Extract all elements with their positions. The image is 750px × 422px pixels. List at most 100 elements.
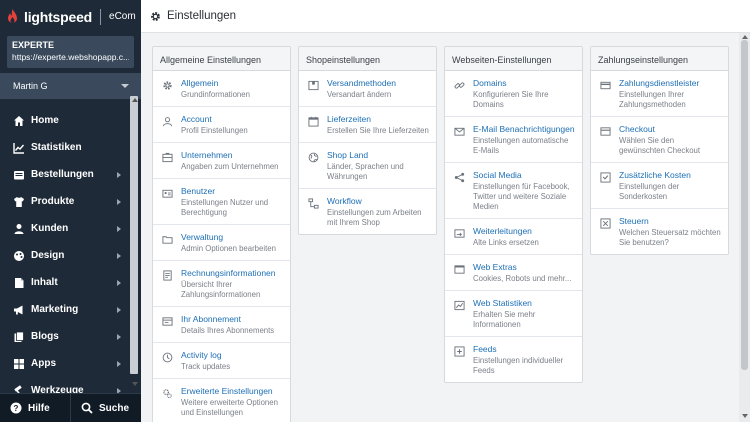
folder-icon: [161, 234, 173, 254]
users-icon: [13, 223, 25, 235]
sidebar-item-home[interactable]: Home: [0, 107, 141, 134]
user-menu[interactable]: Martin G: [0, 73, 141, 99]
sidebar-item-design[interactable]: Design: [0, 242, 141, 269]
settings-item-title: Weiterleitungen: [473, 226, 532, 236]
scroll-up-icon[interactable]: [132, 98, 138, 102]
settings-item-title: Zahlungsdienstleister: [619, 78, 700, 88]
settings-item-title: Account: [181, 114, 212, 124]
shop-switcher[interactable]: EXPERTE https://experte.webshopapp.c...: [7, 36, 134, 68]
settings-item-desc: Welchen Steuersatz möchten Sie benutzen?: [619, 228, 721, 247]
content-icon: [13, 277, 25, 289]
settings-item-unternehmen[interactable]: Unternehmen Angaben zum Unternehmen: [153, 143, 290, 179]
column-title: Shopeinstellungen: [299, 47, 436, 71]
scroll-down-icon[interactable]: [132, 382, 138, 386]
settings-item-desc: Einstellungen individueller Feeds: [473, 356, 564, 375]
settings-item-versandmethoden[interactable]: Versandmethoden Versandart ändern: [299, 71, 436, 107]
settings-column-general: Allgemeine Einstellungen Allgemein Grundi…: [152, 46, 291, 422]
chevron-right-icon: [117, 307, 121, 313]
settings-item-desc: Erhalten Sie mehr Informationen: [473, 310, 536, 329]
apps-icon: [13, 358, 25, 370]
chart-icon: [13, 142, 25, 154]
settings-item-lieferzeiten[interactable]: Lieferzeiten Erstellen Sie Ihre Lieferzei…: [299, 107, 436, 143]
settings-item-web-extras[interactable]: Web Extras Cookies, Robots und mehr...: [445, 255, 582, 291]
settings-item-activity-log[interactable]: Activity log Track updates: [153, 343, 290, 379]
settings-item-title: Ihr Abonnement: [181, 314, 242, 324]
settings-item-title: Erweiterte Einstellungen: [181, 386, 273, 396]
settings-item-benutzer[interactable]: Benutzer Einstellungen Nutzer und Berecht…: [153, 179, 290, 225]
settings-item-domains[interactable]: Domains Konfigurieren Sie Ihre Domains: [445, 71, 582, 117]
settings-item-feeds[interactable]: Feeds Einstellungen individueller Feeds: [445, 337, 582, 382]
link-icon: [453, 80, 465, 110]
cart-icon: [599, 126, 611, 156]
sidebar-item-blogs[interactable]: Blogs: [0, 323, 141, 350]
settings-item-title: Allgemein: [181, 78, 219, 88]
sidebar-item-statistiken[interactable]: Statistiken: [0, 134, 141, 161]
search-icon: [81, 402, 93, 414]
settings-item-title: Feeds: [473, 344, 497, 354]
sidebar-item-marketing[interactable]: Marketing: [0, 296, 141, 323]
column-title: Webseiten-Einstellungen: [445, 47, 582, 71]
tag-icon: [599, 172, 611, 202]
svg-text:?: ?: [14, 404, 19, 413]
code-icon: [453, 264, 465, 284]
sidebar-item-label: Design: [31, 250, 65, 261]
settings-item-email-benachrichtigungen[interactable]: E-Mail Benachrichtigungen Einstellungen a…: [445, 117, 582, 163]
scroll-down-icon[interactable]: [742, 414, 748, 418]
settings-item-allgemein[interactable]: Allgemein Grundinformationen: [153, 71, 290, 107]
main-scrollbar-thumb[interactable]: [741, 40, 748, 370]
shop-name: EXPERTE: [12, 40, 55, 50]
sidebar-item-bestellungen[interactable]: Bestellungen: [0, 161, 141, 188]
gear-icon: [151, 11, 160, 21]
settings-item-desc: Länder, Sprachen und Währungen: [327, 162, 404, 181]
sidebar-item-label: Produkte: [31, 196, 75, 207]
column-title: Zahlungseinstellungen: [591, 47, 728, 71]
sidebar-item-kunden[interactable]: Kunden: [0, 215, 141, 242]
settings-item-desc: Übersicht Ihrer Zahlungsinformationen: [181, 280, 261, 299]
redirect-icon: [453, 228, 465, 248]
help-button[interactable]: ? Hilfe: [0, 394, 70, 422]
settings-item-desc: Einstellungen der Sonderkosten: [619, 182, 680, 201]
inbox-icon: [13, 169, 25, 181]
settings-item-desc: Wählen Sie den gewünschten Checkout: [619, 136, 701, 155]
settings-item-verwaltung[interactable]: Verwaltung Admin Optionen bearbeiten: [153, 225, 290, 261]
chevron-right-icon: [117, 361, 121, 367]
settings-item-title: Checkout: [619, 124, 655, 134]
search-button[interactable]: Suche: [70, 394, 141, 422]
share-icon: [453, 172, 465, 212]
settings-item-rechnungsinformationen[interactable]: Rechnungsinformationen Übersicht Ihrer Za…: [153, 261, 290, 307]
scroll-up-icon[interactable]: [742, 35, 748, 39]
sidebar-item-label: Inhalt: [31, 277, 58, 288]
settings-item-desc: Cookies, Robots und mehr...: [473, 274, 572, 283]
logo-product: eCom: [109, 11, 136, 22]
sidebar-item-inhalt[interactable]: Inhalt: [0, 269, 141, 296]
sidebar: lightspeed eCom EXPERTE https://experte.…: [0, 0, 141, 422]
settings-item-zahlungsdienstleister[interactable]: Zahlungsdienstleister Einstellungen Ihrer…: [591, 71, 728, 117]
sidebar-item-label: Blogs: [31, 331, 59, 342]
settings-item-desc: Einstellungen Ihrer Zahlungsmethoden: [619, 90, 686, 109]
logo[interactable]: lightspeed eCom: [0, 0, 141, 33]
sidebar-item-apps[interactable]: Apps: [0, 350, 141, 377]
settings-item-steuern[interactable]: Steuern Welchen Steuersatz möchten Sie be…: [591, 209, 728, 254]
settings-item-desc: Einstellungen automatische E-Mails: [473, 136, 569, 155]
settings-item-shop-land[interactable]: Shop Land Länder, Sprachen und Währungen: [299, 143, 436, 189]
settings-item-zusaetzliche-kosten[interactable]: Zusätzliche Kosten Einstellungen der Sond…: [591, 163, 728, 209]
settings-item-web-statistiken[interactable]: Web Statistiken Erhalten Sie mehr Informa…: [445, 291, 582, 337]
settings-item-title: Verwaltung: [181, 232, 224, 242]
settings-item-workflow[interactable]: Workflow Einstellungen zum Arbeiten mit I…: [299, 189, 436, 234]
settings-item-weiterleitungen[interactable]: Weiterleitungen Alte Links ersetzen: [445, 219, 582, 255]
settings-item-checkout[interactable]: Checkout Wählen Sie den gewünschten Check…: [591, 117, 728, 163]
sidebar-item-produkte[interactable]: Produkte: [0, 188, 141, 215]
sidebar-item-label: Kunden: [31, 223, 69, 234]
settings-column-website: Webseiten-Einstellungen Domains Konfiguri…: [444, 46, 583, 383]
settings-item-erweiterte-einstellungen[interactable]: Erweiterte Einstellungen Weitere erweiter…: [153, 379, 290, 422]
chevron-right-icon: [117, 253, 121, 259]
stats-icon: [453, 300, 465, 330]
column-title: Allgemeine Einstellungen: [153, 47, 290, 71]
settings-item-desc: Admin Optionen bearbeiten: [181, 244, 276, 253]
settings-item-abonnement[interactable]: Ihr Abonnement Details Ihres Abonnements: [153, 307, 290, 343]
gears-icon: [161, 388, 173, 418]
page-title: Einstellungen: [167, 10, 237, 22]
settings-item-social-media[interactable]: Social Media Einstellungen für Facebook, …: [445, 163, 582, 219]
settings-item-account[interactable]: Account Profil Einstellungen: [153, 107, 290, 143]
sidebar-scrollbar[interactable]: [130, 96, 138, 374]
